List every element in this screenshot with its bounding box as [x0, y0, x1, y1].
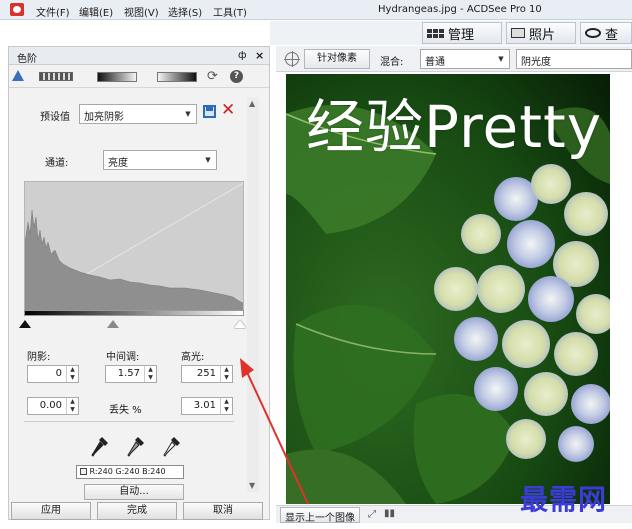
clip-high-input[interactable]: 3.01 ▲ ▼ — [181, 397, 233, 415]
menu-select[interactable]: 选择(S) — [168, 4, 202, 19]
highlight-input[interactable]: 251 ▲ ▼ — [181, 365, 233, 383]
highlight-slider[interactable] — [234, 320, 246, 328]
shadow-label: 阴影: — [27, 352, 51, 363]
shadow-stepper[interactable]: ▲ ▼ — [66, 366, 78, 382]
shadow-input[interactable]: 0 ▲ ▼ — [27, 365, 79, 383]
menu-edit[interactable]: 编辑(E) — [79, 4, 113, 19]
rgb-readout: R:240 G:240 B:240 — [76, 465, 184, 479]
menu-file[interactable]: 文件(F) — [36, 4, 70, 19]
highlight-value: 251 — [196, 368, 216, 379]
watermark-logo: 最需网 — [520, 483, 608, 516]
scroll-up-icon[interactable]: ▲ — [249, 99, 255, 108]
preset-select[interactable]: 加亮阴影 ▼ — [79, 104, 197, 124]
channel-strip-icon[interactable] — [39, 72, 73, 81]
highlight-stepper[interactable]: ▲ ▼ — [220, 366, 232, 382]
tone-gradient-bar — [24, 310, 244, 316]
shadow-slider[interactable] — [19, 320, 31, 328]
photo-canvas[interactable]: 经验Pretty — [286, 74, 610, 504]
crosshair-icon[interactable] — [284, 51, 300, 67]
blend-secondary-value: 阴光度 — [521, 57, 551, 68]
panel-title-bar: 色阶 ф × — [9, 47, 269, 65]
refresh-icon[interactable]: ⟳ — [207, 69, 218, 84]
white-eyedropper-icon[interactable] — [163, 436, 181, 458]
chevron-down-icon: ▼ — [205, 156, 211, 164]
midtone-stepper[interactable]: ▲ ▼ — [144, 366, 156, 382]
panel-action-buttons: 应用 完成 取消 — [9, 502, 269, 521]
help-icon[interactable]: ? — [230, 70, 243, 83]
channel-select[interactable]: 亮度 ▼ — [103, 150, 217, 170]
preset-value: 加亮阴影 — [84, 112, 124, 123]
chevron-down-icon: ▼ — [185, 110, 191, 118]
tab-photos-label: 照片 — [529, 27, 556, 43]
highlight-label: 高光: — [181, 352, 205, 363]
title-bar: 文件(F) 编辑(E) 视图(V) 选择(S) 工具(T) Hydrangeas… — [0, 0, 632, 20]
target-pixel-button[interactable]: 针对像素 — [304, 49, 370, 69]
clip-high-value: 3.01 — [193, 400, 216, 411]
gray-eyedropper-icon[interactable] — [127, 436, 145, 458]
auto-button[interactable]: 自动... — [84, 484, 184, 500]
channel-label: 通道: — [45, 158, 69, 169]
midtone-slider[interactable] — [107, 320, 119, 328]
menu-view[interactable]: 视图(V) — [124, 4, 159, 19]
image-toolbar: 针对像素 混合: 普通 ▼ 阴光度 — [276, 46, 632, 72]
blend-secondary-select[interactable]: 阴光度 — [516, 49, 632, 69]
midtone-input[interactable]: 1.57 ▲ ▼ — [105, 365, 157, 383]
tab-manage-label: 管理 — [448, 27, 475, 43]
warning-icon[interactable] — [12, 70, 24, 81]
black-eyedropper-icon[interactable] — [91, 436, 109, 458]
grid-icon — [427, 28, 444, 38]
blend-label: 混合: — [380, 57, 404, 68]
gradient-white-black-icon[interactable] — [157, 72, 197, 82]
levels-panel: 色阶 ф × ⟳ ? ▲ ▼ 预设值 加亮阴影 ▼ ✕ 通道: 亮度 ▼ 阴影:… — [8, 46, 270, 520]
midtone-value: 1.57 — [117, 368, 140, 379]
blend-mode-select[interactable]: 普通 ▼ — [420, 49, 510, 69]
panel-toolbar: ⟳ ? — [9, 66, 269, 88]
section-divider — [24, 421, 234, 422]
chevron-down-icon: ▼ — [498, 55, 504, 63]
pin-icon[interactable]: ф — [238, 50, 247, 61]
histogram — [24, 181, 244, 311]
tab-manage[interactable]: 管理 — [422, 22, 502, 44]
color-swatch-icon — [80, 468, 87, 475]
midtone-label: 中间调: — [106, 352, 140, 363]
acdsee-app-icon[interactable] — [10, 3, 24, 16]
delete-preset-icon[interactable]: ✕ — [221, 100, 235, 120]
channel-value: 亮度 — [108, 158, 128, 169]
image-overlay-text: 经验Pretty — [306, 93, 603, 161]
histogram-area — [25, 209, 243, 310]
preset-label: 预设值 — [40, 112, 70, 123]
previous-image-button[interactable]: 显示上一个图像 — [280, 507, 360, 524]
tab-view-label: 查 — [605, 27, 619, 43]
apply-button[interactable]: 应用 — [11, 502, 91, 520]
clip-high-stepper[interactable]: ▲ ▼ — [220, 398, 232, 414]
window-title: Hydrangeas.jpg - ACDSee Pro 10 — [378, 4, 542, 15]
tab-photos[interactable]: 照片 — [506, 22, 576, 44]
histogram-icon[interactable]: ▮▮ — [384, 508, 395, 519]
clip-low-input[interactable]: 0.00 ▲ ▼ — [27, 397, 79, 415]
gradient-black-white-icon[interactable] — [97, 72, 137, 82]
tab-view[interactable]: 查 — [580, 22, 632, 44]
menu-tools[interactable]: 工具(T) — [213, 4, 247, 19]
done-button[interactable]: 完成 — [97, 502, 177, 520]
clip-low-stepper[interactable]: ▲ ▼ — [66, 398, 78, 414]
mode-bar: 管理 照片 查 — [270, 21, 632, 45]
photo-icon — [511, 28, 525, 38]
close-icon[interactable]: × — [255, 49, 264, 62]
save-preset-icon[interactable] — [203, 105, 216, 118]
blend-value: 普通 — [425, 57, 445, 68]
eye-icon — [585, 28, 601, 38]
clip-low-value: 0.00 — [39, 400, 62, 411]
shadow-value: 0 — [55, 368, 62, 379]
fit-screen-icon[interactable]: ⤢ — [368, 509, 376, 520]
clip-label: 丢失 % — [109, 405, 142, 416]
histogram-graph — [25, 182, 243, 310]
rgb-value: R:240 G:240 B:240 — [89, 467, 166, 476]
panel-title: 色阶 — [17, 54, 37, 65]
annotation-arrow — [240, 358, 309, 505]
